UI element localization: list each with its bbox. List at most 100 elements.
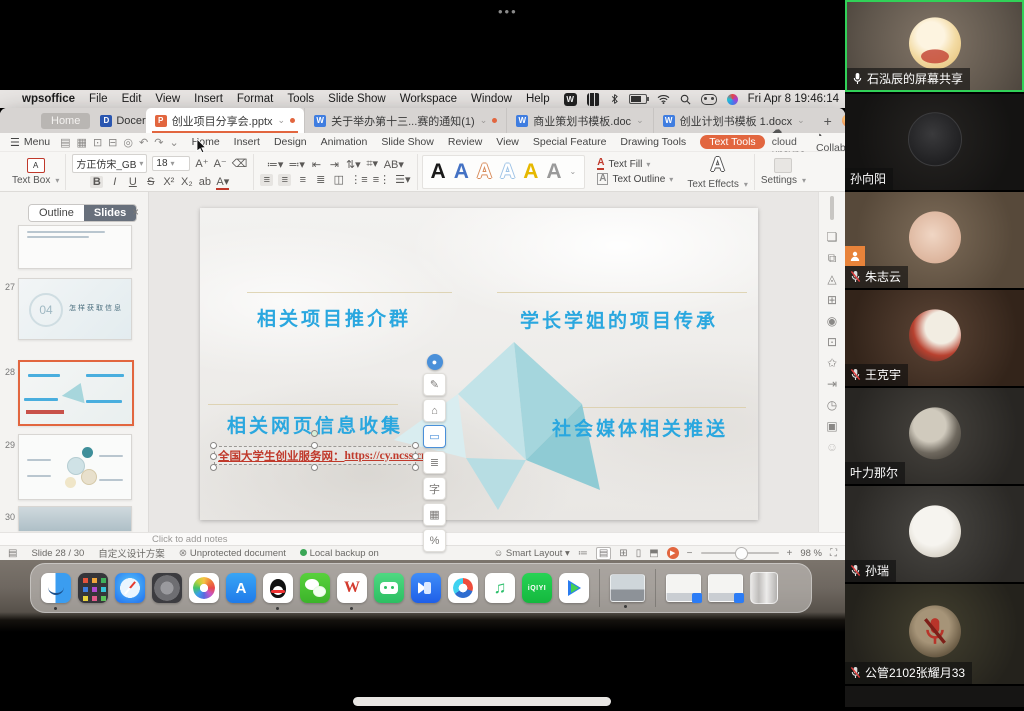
ribbon-tab-insert[interactable]: Insert [234, 136, 260, 148]
play-slideshow-button[interactable]: ▶ [667, 547, 679, 559]
decrease-indent-icon[interactable]: ⇤ [310, 158, 323, 171]
participant-tile-partial[interactable] [845, 686, 1024, 707]
slide-canvas[interactable]: 相关项目推介群 学长学姐的项目传承 相关网页信息收集 社会媒体相关推送 全国大学… [200, 208, 758, 520]
text-fill-button[interactable]: AText Fill▾ [597, 158, 673, 170]
selection-handle[interactable] [412, 464, 419, 471]
shapes-icon[interactable]: ⧉ [828, 252, 837, 264]
bullets-icon[interactable]: ≔▾ [267, 158, 284, 171]
slide-thumbnail-29[interactable] [18, 434, 132, 500]
menubar-app-name[interactable]: wpsoffice [22, 93, 75, 105]
wps-office-icon[interactable]: W [337, 573, 367, 603]
slide-thumbnail-26-partial[interactable] [18, 225, 132, 269]
selection-handle[interactable] [412, 442, 419, 449]
qq-icon[interactable] [263, 573, 293, 603]
font-tool-icon[interactable]: 字 [423, 477, 446, 500]
tab-outline[interactable]: Outline [29, 205, 84, 221]
menu-file[interactable]: File [89, 93, 108, 105]
menu-help[interactable]: Help [526, 93, 550, 105]
align-center-icon[interactable]: ≡ [278, 174, 291, 186]
green-robot-app-icon[interactable] [374, 573, 404, 603]
selection-handle[interactable] [210, 464, 217, 471]
bold-button[interactable]: B [90, 176, 103, 188]
italic-button[interactable]: I [108, 176, 121, 188]
qq-music-icon[interactable]: ♫ [485, 573, 515, 603]
print-icon[interactable]: ⊟ [108, 136, 117, 149]
screen-share-tile[interactable]: 石泓辰的屏幕共享 [845, 0, 1024, 92]
w-app-statusicon[interactable]: W [564, 93, 577, 106]
slide-sorter-icon[interactable]: ⊞ [619, 548, 627, 559]
search-icon[interactable] [680, 94, 691, 105]
flow-icon[interactable]: ⇥ [827, 378, 837, 390]
underline-button[interactable]: U [126, 176, 139, 188]
stop-share-pill[interactable] [353, 697, 611, 706]
zoom-slider[interactable] [701, 552, 779, 554]
ribbon-tab-review[interactable]: Review [448, 136, 482, 148]
preview-icon[interactable]: ◎ [123, 136, 133, 149]
save-icon[interactable]: ▦ [77, 136, 87, 149]
align-right-icon[interactable]: ≡ [296, 174, 309, 186]
superscript-button[interactable]: X² [162, 176, 175, 188]
normal-view-icon[interactable]: ▤ [596, 547, 611, 560]
tab-caret-icon[interactable]: ⌄ [278, 115, 286, 126]
layers-icon[interactable]: ≣ [423, 451, 446, 474]
layout-options-icon[interactable]: ≔ [578, 548, 588, 559]
tab-home[interactable]: Home [41, 113, 90, 129]
menu-insert[interactable]: Insert [194, 93, 223, 105]
iqiyi-icon[interactable]: iQIYI [522, 573, 552, 603]
panel-close-icon[interactable]: × [132, 205, 139, 219]
tab-slides[interactable]: Slides [84, 205, 136, 221]
fit-slide-icon[interactable]: ⛶ [830, 548, 837, 559]
subscript-button[interactable]: X₂ [180, 176, 193, 188]
tab-caret-icon[interactable]: ⌄ [480, 115, 488, 126]
wordart-preset-5[interactable]: A [523, 161, 538, 182]
ribbon-tab-view[interactable]: View [496, 136, 519, 148]
scrollbar-thumb[interactable] [830, 196, 834, 220]
document-tab[interactable]: W 关于举办第十三...赛的通知(1) ⌄ [304, 108, 506, 133]
wordart-preset-2[interactable]: A [454, 161, 469, 182]
open-icon[interactable]: ▤ [60, 136, 70, 149]
control-center-icon[interactable] [701, 94, 717, 105]
tencent-meeting-icon[interactable] [411, 573, 441, 603]
selection-handle[interactable] [412, 453, 419, 460]
rotate-handle[interactable] [311, 430, 318, 437]
siri-icon[interactable] [727, 94, 738, 105]
ribbon-tab-special-feature[interactable]: Special Feature [533, 136, 607, 148]
finder-icon[interactable] [41, 573, 71, 603]
wifi-icon[interactable] [657, 94, 670, 104]
menubar-clock[interactable]: Fri Apr 8 19:46:14 [748, 93, 839, 105]
participant-tile[interactable]: 叶力那尔 [845, 388, 1024, 484]
ribbon-tab-animation[interactable]: Animation [321, 136, 368, 148]
selection-handle[interactable] [210, 453, 217, 460]
backup-status[interactable]: Local backup on [300, 548, 379, 559]
participant-tile[interactable]: 孙瑞 [845, 486, 1024, 582]
settings-button[interactable]: Settings▾ [761, 175, 806, 186]
wordart-preset-4[interactable]: A [500, 161, 515, 182]
text-effects-button[interactable]: Text Effects▾ [687, 179, 748, 190]
slide-thumbnail-30-partial[interactable] [18, 506, 132, 531]
increase-indent-icon[interactable]: ⇥ [328, 158, 341, 171]
undo-icon[interactable]: ↶ [139, 136, 148, 149]
wechat-icon[interactable] [300, 573, 330, 603]
numbering-icon[interactable]: ≕▾ [288, 158, 305, 171]
menu-tools[interactable]: Tools [287, 93, 314, 105]
document-tab-active[interactable]: P 创业项目分享会.pptx ⌄ [146, 108, 304, 133]
document-tab[interactable]: W 商业策划书模板.doc ⌄ [506, 108, 652, 133]
tencent-video-icon[interactable] [559, 573, 589, 603]
emoji-icon[interactable]: ☺ [826, 441, 838, 453]
indent-a-icon[interactable]: ⋮≡ [350, 173, 367, 186]
ribbon-tab-drawing-tools[interactable]: Drawing Tools [620, 136, 686, 148]
presenter-icon[interactable]: ⬒ [649, 548, 658, 559]
minimized-window-thumbnail[interactable] [610, 574, 645, 602]
menu-window[interactable]: Window [471, 93, 512, 105]
shape-icon[interactable]: ⌂ [423, 399, 446, 422]
menu-view[interactable]: View [155, 93, 180, 105]
wordart-preset-3[interactable]: A [477, 161, 492, 182]
ribbon-tab-slideshow[interactable]: Slide Show [381, 136, 434, 148]
selection-handle[interactable] [210, 442, 217, 449]
comment-icon[interactable]: ❏ [827, 231, 838, 243]
align-left-icon[interactable]: ≡ [260, 174, 273, 186]
battery-icon[interactable] [629, 94, 647, 104]
menu-workspace[interactable]: Workspace [400, 93, 457, 105]
safari-icon[interactable] [115, 573, 145, 603]
launchpad-icon[interactable] [78, 573, 108, 603]
